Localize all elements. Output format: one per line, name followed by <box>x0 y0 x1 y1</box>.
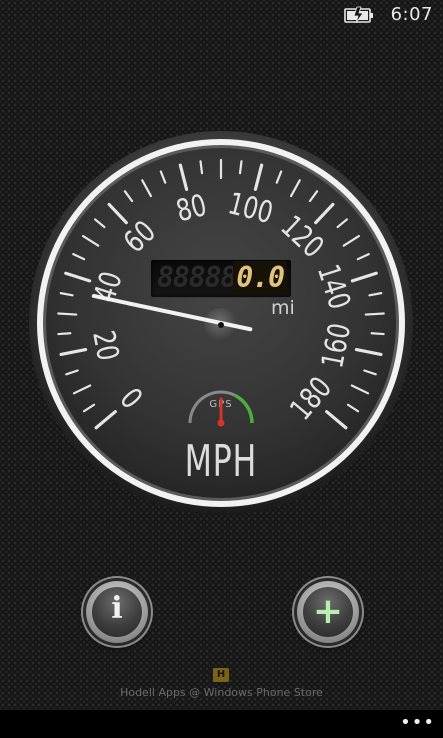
info-icon: i <box>111 591 123 626</box>
phone-screen: 6:07 020406080100120140160180 GPS <box>0 0 443 738</box>
gauge-tick <box>57 312 78 316</box>
store-link[interactable]: Hodell Apps @ Windows Phone Store <box>0 686 443 699</box>
info-button[interactable]: i <box>86 581 148 643</box>
app-bar: ••• <box>0 710 443 738</box>
gauge-tick <box>238 160 243 175</box>
odometer-value: 0.0 <box>233 261 287 294</box>
gauge-tick <box>199 160 204 175</box>
more-options-button[interactable]: ••• <box>400 712 435 733</box>
gps-needle-hub <box>217 419 225 427</box>
add-button[interactable]: + <box>297 581 359 643</box>
odometer-ghost-digits: 88888 <box>157 261 237 294</box>
odometer-unit: mi <box>271 297 295 319</box>
gauge-tick <box>364 312 385 316</box>
needle-pivot <box>218 322 224 328</box>
gauge-tick <box>57 332 72 336</box>
odometer-display: 88888 0.0 <box>150 259 292 298</box>
speed-unit-label: MPH <box>184 436 258 487</box>
add-button-face: + <box>303 587 353 637</box>
hodell-logo-icon: H <box>213 668 229 682</box>
plus-icon: + <box>312 591 344 632</box>
gauge-tick <box>370 332 385 336</box>
info-button-face: i <box>92 587 142 637</box>
